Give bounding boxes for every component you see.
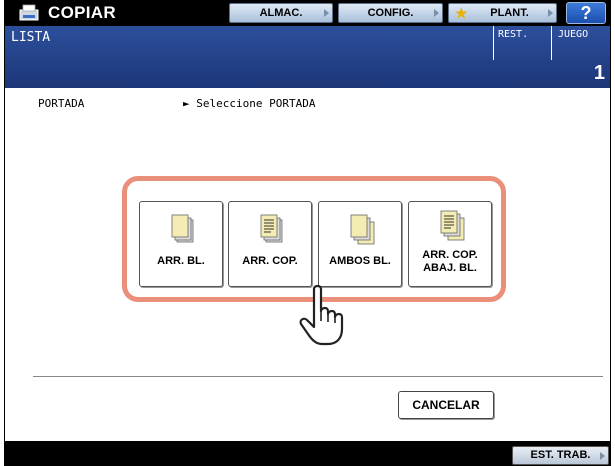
header-panel: LISTA REST. JUEGO 1 (5, 26, 610, 88)
copied-top-cover-icon (260, 214, 283, 243)
copier-screen: COPIAR ALMAC. CONFIG. ★ PLANT. ? LISTA R… (4, 0, 611, 466)
template-button-label: PLANT. (490, 7, 529, 19)
copied-top-blank-bottom-button[interactable]: ARR. COP. ABAJ. BL. (408, 201, 492, 287)
arrow-right-icon (434, 9, 439, 17)
arrow-right-icon (600, 452, 605, 460)
copied-top-blank-bottom-icon (440, 210, 465, 241)
top-bar: COPIAR ALMAC. CONFIG. ★ PLANT. ? (5, 0, 610, 26)
set-label: JUEGO (558, 29, 589, 40)
blank-top-cover-icon (171, 214, 194, 243)
store-button[interactable]: ALMAC. (229, 3, 333, 23)
option-label: ARR. COP. (242, 255, 298, 267)
page-title: LISTA (11, 30, 51, 45)
copied-top-cover-button[interactable]: ARR. COP. (228, 201, 312, 287)
header-divider (551, 26, 552, 60)
arrow-right-icon (324, 9, 329, 17)
app-title: COPIAR (48, 3, 116, 22)
set-count: 1 (593, 62, 605, 84)
status-message: ► Seleccione PORTADA (183, 97, 316, 110)
job-status-button[interactable]: EST. TRAB. (512, 446, 609, 465)
settings-button-label: CONFIG. (367, 7, 414, 19)
star-icon: ★ (455, 5, 468, 21)
help-button[interactable]: ? (566, 2, 606, 24)
pointing-hand-icon (299, 284, 344, 346)
option-label: ARR. COP. ABAJ. BL. (422, 249, 478, 274)
both-blank-covers-button[interactable]: AMBOS BL. (318, 201, 402, 287)
both-blank-covers-icon (350, 214, 375, 245)
copier-icon (19, 4, 39, 21)
cancel-button[interactable]: CANCELAR (398, 391, 494, 419)
blank-top-cover-button[interactable]: ARR. BL. (139, 201, 223, 287)
option-label: AMBOS BL. (329, 255, 391, 267)
divider (33, 376, 603, 377)
template-button[interactable]: ★ PLANT. (448, 3, 557, 23)
store-button-label: ALMAC. (259, 7, 303, 19)
job-status-label: EST. TRAB. (530, 449, 591, 461)
remaining-label: REST. (498, 29, 529, 40)
settings-button[interactable]: CONFIG. (338, 3, 443, 23)
arrow-right-icon (548, 9, 553, 17)
status-label: PORTADA (38, 97, 85, 110)
header-divider (493, 26, 494, 60)
option-label: ARR. BL. (157, 255, 205, 267)
